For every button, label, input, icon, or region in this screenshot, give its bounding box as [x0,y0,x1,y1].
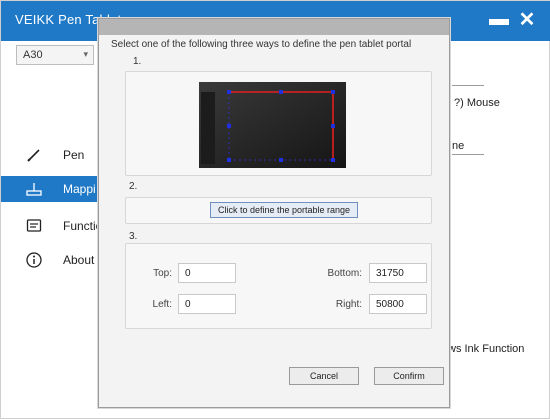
mapping-range-dialog: Select one of the following three ways t… [98,18,450,408]
range-handle [331,124,335,128]
confirm-button[interactable]: Confirm [374,367,444,385]
close-icon[interactable]: ✕ [516,9,538,31]
sidebar-item-label: Pen [63,148,85,162]
pen-icon [25,146,43,164]
right-label: Right: [335,299,362,310]
range-handle [279,90,283,94]
step-2-label: 2. [129,181,138,192]
define-panel: Click to define the portable range [125,197,432,224]
sidebar-item-label: About [63,253,95,267]
sidebar-item-label: Mappi [63,182,96,196]
background-label: ne [452,140,465,152]
mapping-icon [25,180,43,198]
windows-ink-label: ws Ink Function [448,343,525,355]
range-handle [227,90,231,94]
range-handle [227,124,231,128]
minimize-icon[interactable]: ▬ [488,9,510,31]
screen-preview[interactable] [199,82,346,168]
dialog-instruction: Select one of the following three ways t… [111,39,412,50]
sidebar-item-mapping[interactable]: Mappi [1,176,111,202]
right-input[interactable] [369,294,427,314]
preview-panel [125,71,432,176]
manual-range-panel: Top: Bottom: Left: Right: [125,243,432,329]
left-label: Left: [152,299,172,310]
range-handle [279,158,283,162]
device-select[interactable]: A30 ▾ [16,45,94,65]
mouse-mode-label: ?) Mouse [454,97,500,109]
range-handle [227,158,231,162]
range-handle [331,158,335,162]
cancel-button[interactable]: Cancel [289,367,359,385]
step-3-label: 3. [129,231,138,242]
dialog-header [99,19,449,35]
top-input[interactable] [178,263,236,283]
info-icon [25,251,43,269]
app-window: VEIKK Pen Tablet ▬ ✕ A30 ▾ Pen Mappi Fun… [0,0,550,419]
sidebar-item-about[interactable]: About [1,247,111,273]
left-input[interactable] [178,294,236,314]
bottom-input[interactable] [369,263,427,283]
sidebar-item-function[interactable]: Functio [1,213,111,239]
range-overlay [199,82,346,168]
define-range-button[interactable]: Click to define the portable range [210,202,358,218]
range-handle [331,90,335,94]
chevron-down-icon: ▾ [83,49,88,59]
divider [452,85,484,86]
bottom-label: Bottom: [327,268,362,279]
function-icon [25,217,43,235]
divider [452,154,484,155]
device-select-value: A30 [23,49,43,61]
sidebar-item-pen[interactable]: Pen [1,142,111,168]
top-label: Top: [153,268,172,279]
sidebar-item-label: Functio [63,219,103,233]
step-1-label: 1. [133,56,142,67]
